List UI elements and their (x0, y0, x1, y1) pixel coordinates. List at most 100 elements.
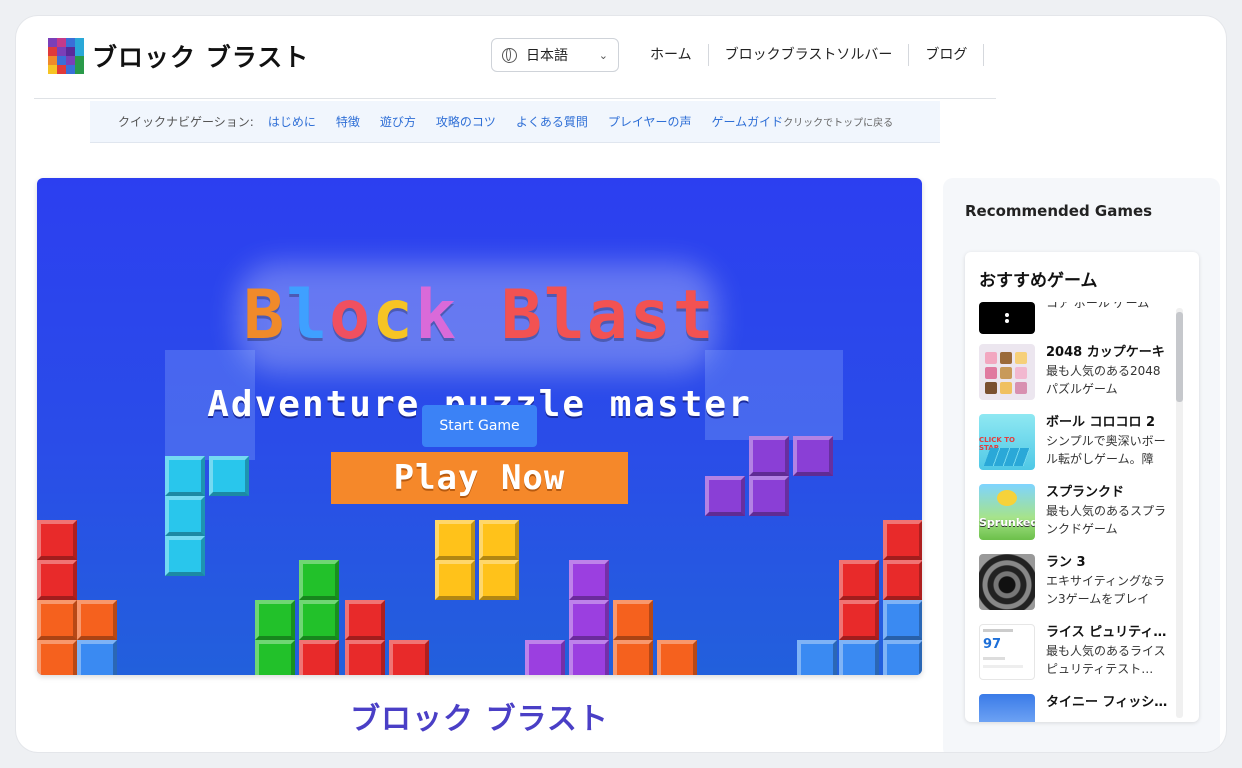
title-letter: B (243, 276, 287, 355)
game-name: スプランクド (1046, 485, 1125, 500)
tetris-block (345, 640, 385, 675)
game-thumbnail: CLICK TO STAR (979, 414, 1035, 470)
tetris-block (389, 640, 429, 675)
tetris-block (255, 640, 295, 675)
play-now-banner[interactable]: Play Now (331, 452, 628, 504)
game-description: エキサイティングなラン3ゲームをプレイ (1046, 574, 1166, 606)
quick-link-intro[interactable]: はじめに (268, 113, 316, 130)
game-list[interactable]: コア ボール ゲーム 2048 カップケーキ 最も人気のある2048パズルゲーム… (965, 302, 1199, 722)
game-name: ボール コロコロ 2 (1046, 415, 1156, 430)
quick-link-reviews[interactable]: プレイヤーの声 (608, 113, 692, 130)
tetris-block (797, 640, 837, 675)
tetris-block (165, 536, 205, 576)
tetris-block (793, 436, 833, 476)
nav-blog[interactable]: ブログ (909, 44, 985, 66)
sidebar-heading: Recommended Games (965, 202, 1153, 220)
recommended-card: おすすめゲーム コア ボール ゲーム 2048 カップケーキ 最も人気のある20… (965, 252, 1199, 722)
list-item[interactable]: タイニー フィッシング (979, 694, 1175, 722)
scrollbar-thumb[interactable] (1176, 312, 1183, 402)
game-logo-title: Block Blast (37, 276, 922, 355)
tetris-block (77, 600, 117, 640)
title-letter: o (329, 276, 373, 355)
list-item[interactable]: ラン 3 エキサイティングなラン3ゲームをプレイ (979, 554, 1175, 614)
thumb-label: 97 (983, 637, 1002, 652)
back-to-top-link[interactable]: クリックでトップに戻る (783, 114, 893, 129)
thumb-label: Sprunked (979, 516, 1035, 529)
list-item[interactable]: Sprunked スプランクド 最も人気のあるスプランクドゲーム (979, 484, 1175, 544)
quick-link-tips[interactable]: 攻略のコツ (436, 113, 496, 130)
game-description: 最も人気のあるライスピュリティテスト… (1046, 644, 1166, 676)
tetris-block (883, 600, 922, 640)
game-thumbnail (979, 344, 1035, 400)
tetris-block (37, 600, 77, 640)
tetris-block (37, 560, 77, 600)
title-letter: l (286, 276, 330, 355)
card-title: おすすめゲーム (979, 271, 1098, 291)
game-description: シンプルで奥深いボール転がしゲーム。障 (1046, 434, 1166, 466)
start-game-button[interactable]: Start Game (422, 405, 537, 447)
tetris-block (883, 640, 922, 675)
site-title: ブロック ブラスト (92, 43, 310, 72)
logo-icon (48, 38, 84, 74)
tetris-block (569, 560, 609, 600)
game-description: 最も人気のあるスプランクドゲーム (1046, 504, 1167, 536)
quick-link-howto[interactable]: 遊び方 (380, 113, 416, 130)
site-logo[interactable]: ブロック ブラスト (48, 38, 309, 74)
game-thumbnail (979, 554, 1035, 610)
game-thumbnail (979, 302, 1035, 334)
title-letter: B (500, 276, 544, 355)
tetris-block (37, 640, 77, 675)
game-description: 最も人気のある2048パズルゲーム (1046, 364, 1161, 396)
tetris-block (299, 640, 339, 675)
page-title: ブロック ブラスト (350, 702, 609, 737)
game-thumbnail: Sprunked (979, 484, 1035, 540)
tetris-block (839, 600, 879, 640)
tetris-block (749, 436, 789, 476)
tetris-block (435, 560, 475, 600)
tetris-block (657, 640, 697, 675)
game-name: ライス ピュリティテスト (1046, 625, 1170, 640)
list-item[interactable]: 97 ライス ピュリティテスト 最も人気のあるライスピュリティテスト… (979, 624, 1175, 684)
tetris-block (255, 600, 295, 640)
list-scrollbar[interactable] (1176, 308, 1183, 718)
quick-navigation: クイックナビゲーション: はじめに 特徴 遊び方 攻略のコツ よくある質問 プレ… (90, 101, 940, 143)
tetris-block (569, 600, 609, 640)
chevron-down-icon: ⌄ (598, 48, 608, 62)
language-value: 日本語 (526, 48, 568, 64)
title-letter: t (672, 276, 716, 355)
title-letter: l (543, 276, 587, 355)
tetris-block (839, 560, 879, 600)
game-thumbnail (979, 694, 1035, 722)
title-letter (458, 276, 501, 355)
tetris-block (569, 640, 609, 675)
quick-link-guide[interactable]: ゲームガイド (712, 113, 784, 130)
nav-solver[interactable]: ブロックブラストソルバー (709, 44, 910, 66)
game-banner[interactable]: Block Blast Adventure puzzle master Play… (37, 178, 922, 675)
tetris-block (749, 476, 789, 516)
title-letter: s (629, 276, 673, 355)
tetris-block (883, 560, 922, 600)
tetris-block (525, 640, 565, 675)
title-letter: a (586, 276, 630, 355)
nav-home[interactable]: ホーム (634, 44, 709, 66)
list-item[interactable]: CLICK TO STAR ボール コロコロ 2 シンプルで奥深いボール転がしゲ… (979, 414, 1175, 474)
game-thumbnail: 97 (979, 624, 1035, 680)
tetris-block (705, 476, 745, 516)
tetris-block (37, 520, 77, 560)
browser-frame: ブロック ブラスト 日本語 ⌄ ホーム ブロックブラストソルバー ブログ クイッ… (16, 16, 1226, 752)
game-name: 2048 カップケーキ (1046, 345, 1165, 360)
main-nav: ホーム ブロックブラストソルバー ブログ (634, 44, 985, 66)
language-select[interactable]: 日本語 ⌄ (491, 38, 619, 72)
game-name: タイニー フィッシング (1046, 695, 1170, 710)
tetris-block (209, 456, 249, 496)
tetris-block (77, 640, 117, 675)
list-item[interactable]: 2048 カップケーキ 最も人気のある2048パズルゲーム (979, 344, 1175, 404)
tetris-block (299, 560, 339, 600)
quick-link-features[interactable]: 特徴 (336, 113, 360, 130)
recommended-sidebar: Recommended Games おすすめゲーム コア ボール ゲーム 204… (943, 178, 1220, 752)
header-divider (34, 98, 996, 99)
tetris-block (479, 560, 519, 600)
tetris-block (165, 456, 205, 496)
quick-link-faq[interactable]: よくある質問 (516, 113, 588, 130)
tetris-block (165, 496, 205, 536)
